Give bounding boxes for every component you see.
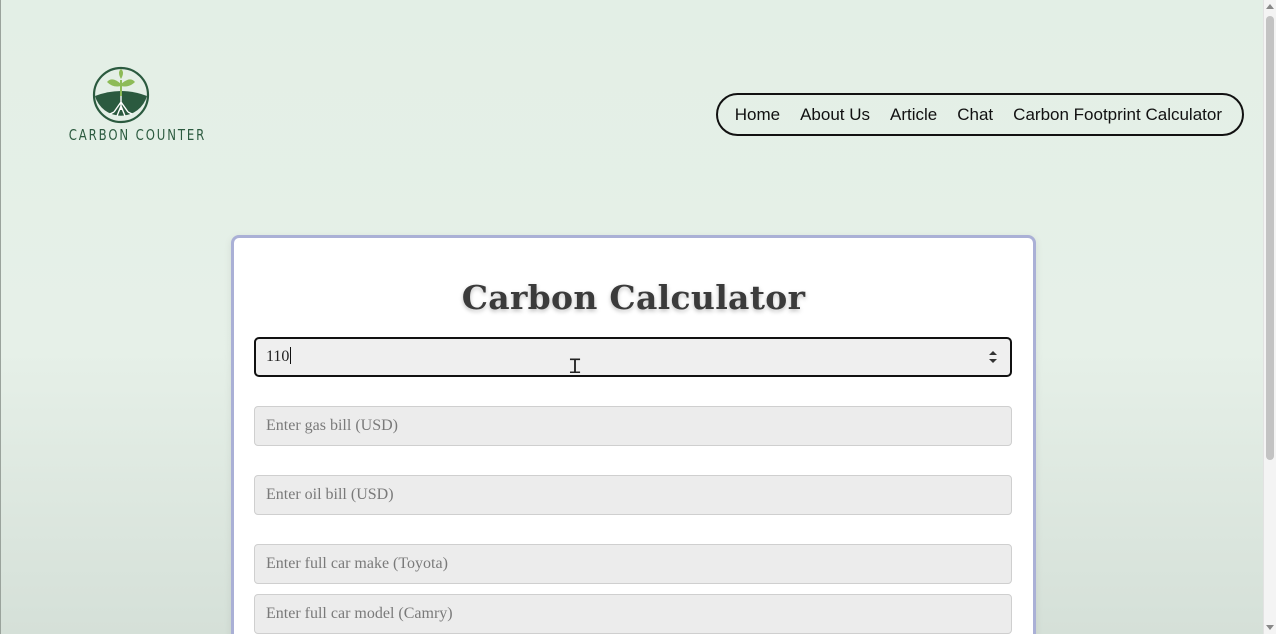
gas-bill-placeholder: Enter gas bill (USD) [266, 417, 398, 434]
car-model-placeholder: Enter full car model (Camry) [266, 605, 453, 622]
oil-bill-placeholder: Enter oil bill (USD) [266, 486, 394, 503]
nav-item-about-us[interactable]: About Us [800, 105, 870, 125]
scroll-up-arrow-icon[interactable] [1266, 4, 1274, 9]
carbon-counter-logo[interactable]: CARBON COUNTER [54, 64, 207, 150]
number-spinner-icon[interactable] [988, 350, 998, 364]
car-make-input[interactable]: Enter full car make (Toyota) [254, 544, 1012, 584]
main-nav: Home About Us Article Chat Carbon Footpr… [716, 93, 1244, 136]
text-cursor-icon: Ｉ [565, 354, 585, 378]
calculator-title: Carbon Calculator [461, 278, 806, 317]
scroll-down-arrow-icon[interactable] [1266, 625, 1274, 630]
nav-item-article[interactable]: Article [890, 105, 937, 125]
plant-logo-icon [92, 66, 150, 124]
text-caret [290, 347, 292, 364]
nav-item-home[interactable]: Home [735, 105, 780, 125]
car-model-input[interactable]: Enter full car model (Camry) [254, 594, 1012, 634]
nav-item-carbon-footprint-calculator[interactable]: Carbon Footprint Calculator [1013, 105, 1222, 125]
page-edge [0, 0, 1, 634]
nav-item-chat[interactable]: Chat [957, 105, 993, 125]
electric-bill-input[interactable]: 110 Ｉ [254, 337, 1012, 378]
gas-bill-input[interactable]: Enter gas bill (USD) [254, 406, 1012, 446]
logo-wordmark: CARBON COUNTER [68, 126, 207, 144]
scrollbar-thumb[interactable] [1266, 16, 1274, 460]
car-make-placeholder: Enter full car make (Toyota) [266, 555, 448, 572]
oil-bill-input[interactable]: Enter oil bill (USD) [254, 475, 1012, 515]
electric-bill-value: 110 [266, 348, 290, 365]
page-scrollbar[interactable] [1263, 0, 1276, 634]
calculator-card: Carbon Calculator 110 Ｉ Enter gas bill (… [231, 235, 1036, 634]
